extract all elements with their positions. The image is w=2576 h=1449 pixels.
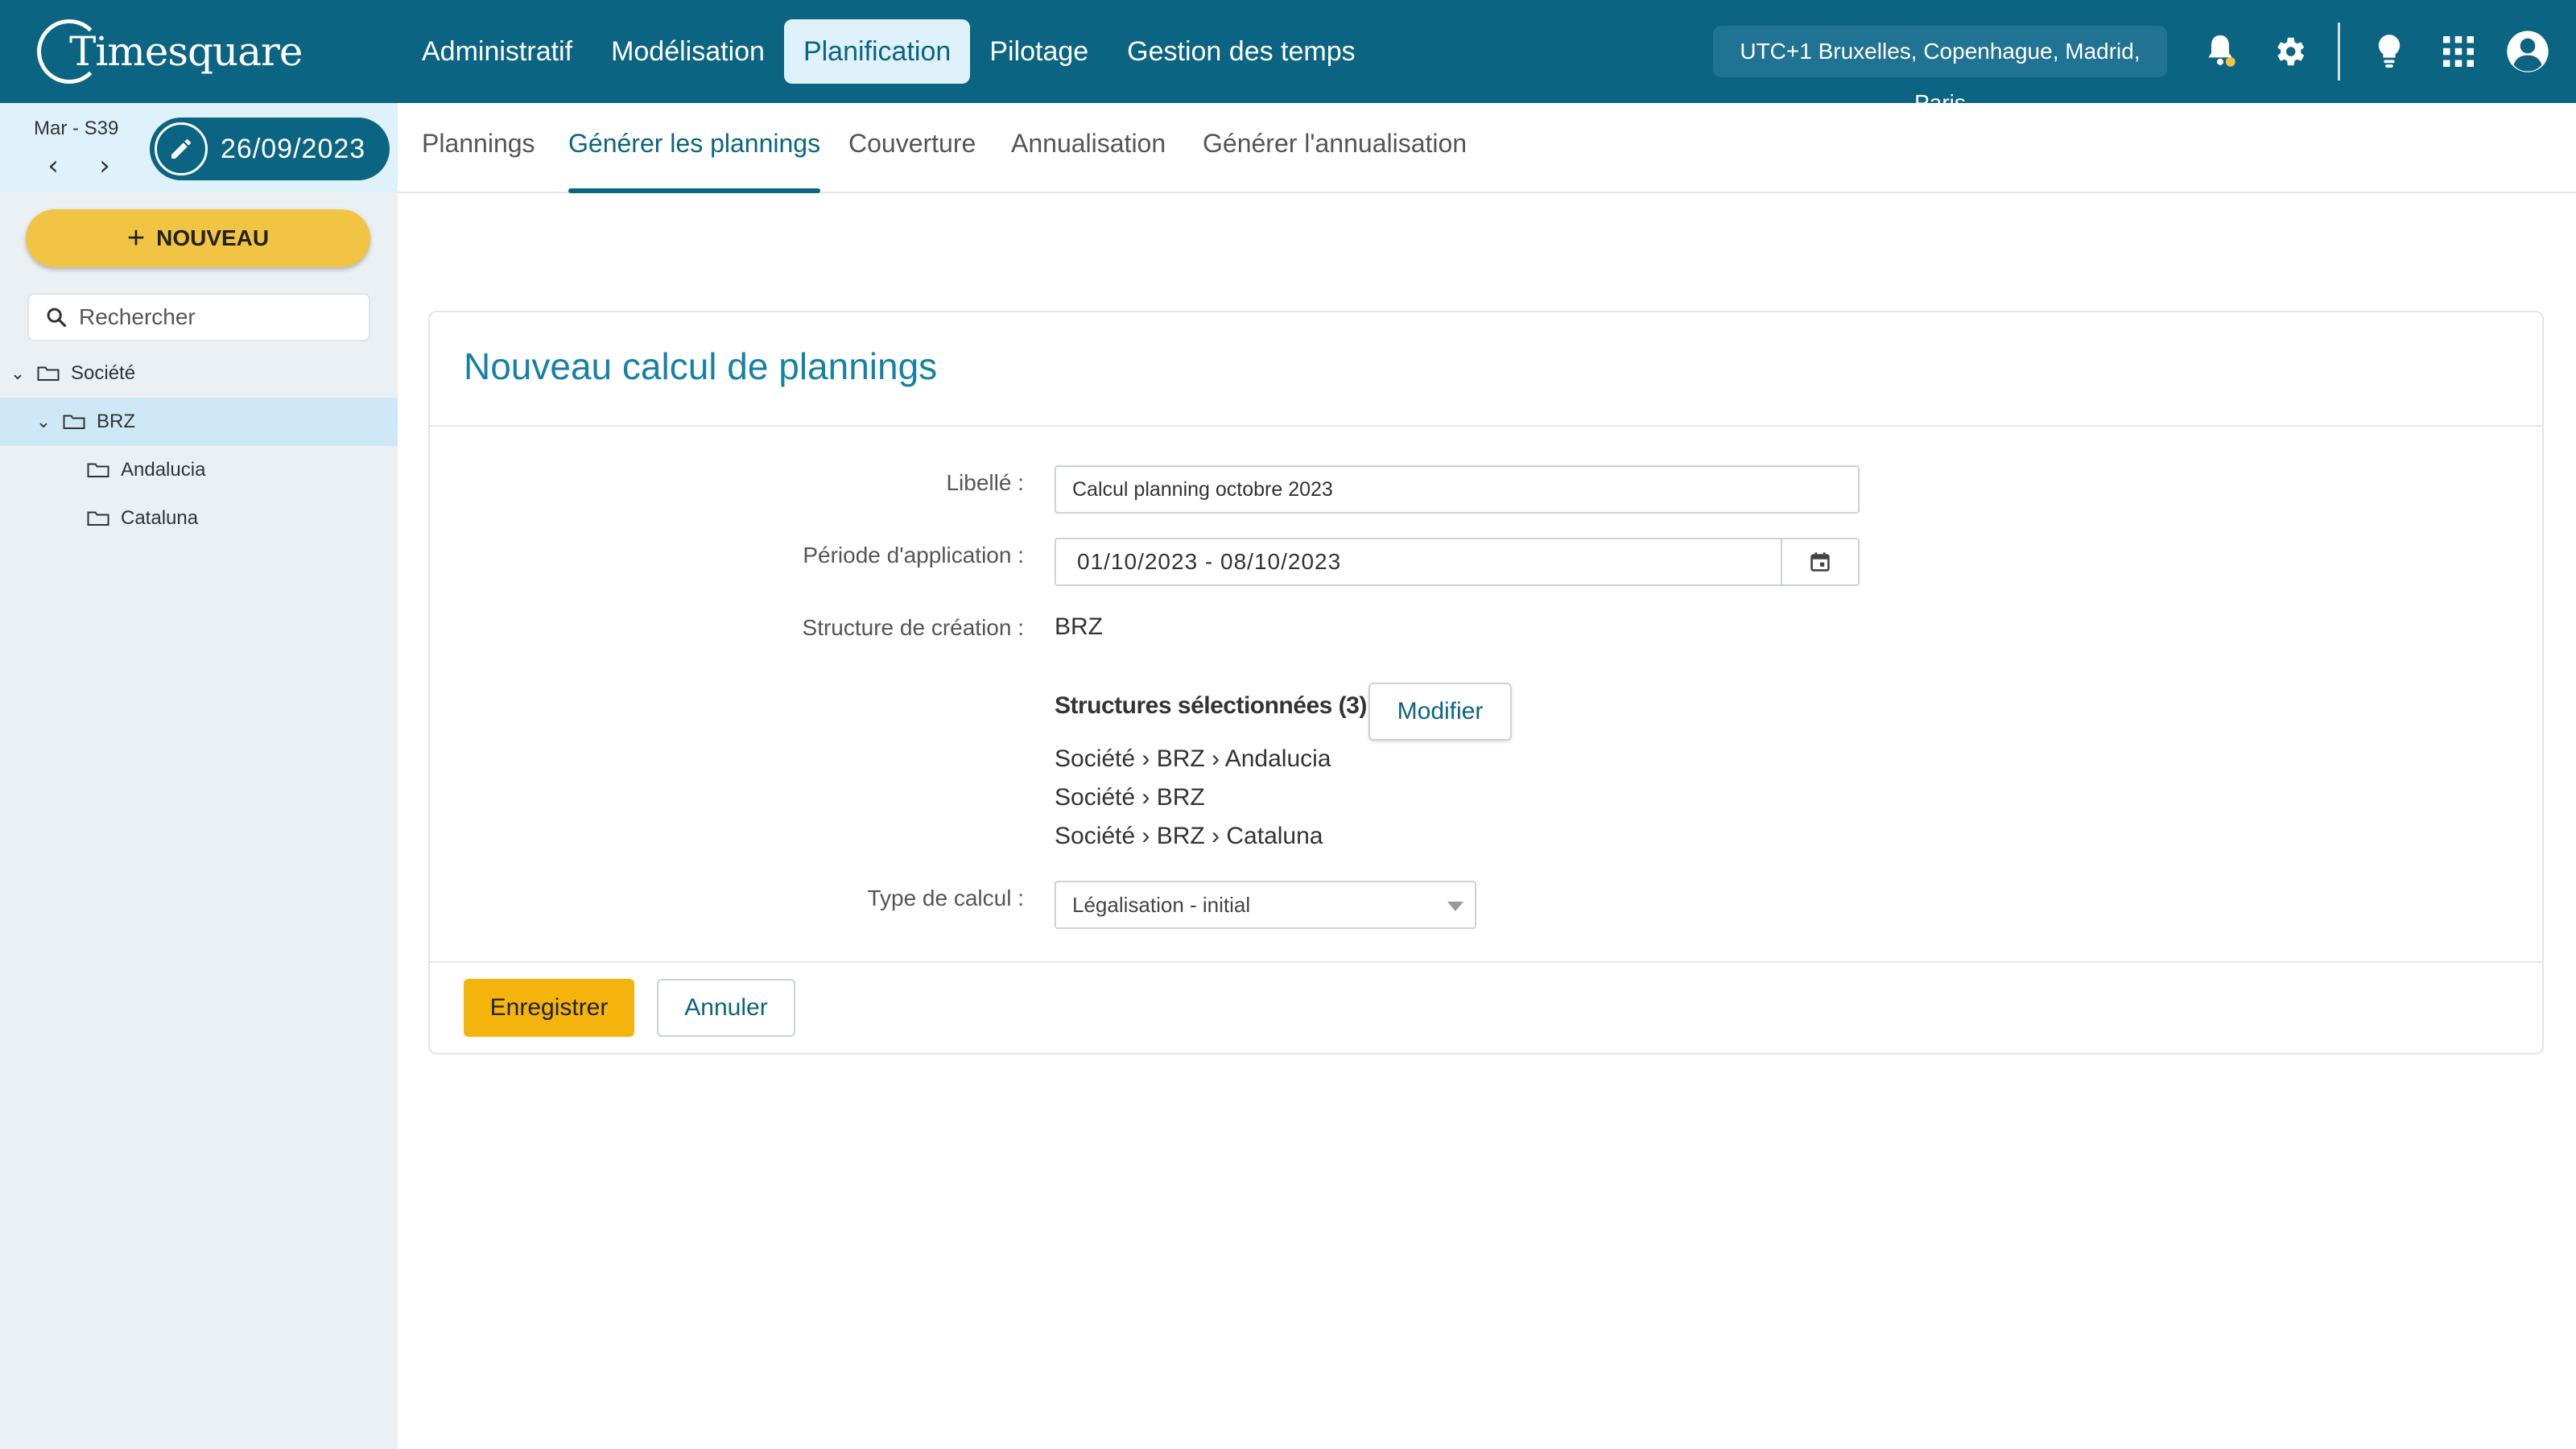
tab-couverture[interactable]: Couverture [848,129,976,193]
tree-node-label: Société [71,362,136,384]
nav-administratif[interactable]: Administratif [402,19,592,84]
sub-nav: Plannings Générer les plannings Couvertu… [398,103,2576,193]
nav-planification[interactable]: Planification [783,19,971,84]
current-date: 26/09/2023 [221,133,366,164]
tab-label: Générer l'annualisation [1203,129,1468,158]
selected-structures-title: Structures sélectionnées (3) [1055,692,1367,719]
folder-icon [37,366,60,381]
date-navigator: Mar - S39 ‹ › 26/09/2023 [0,103,398,192]
pencil-icon[interactable] [155,122,208,175]
lightbulb-icon[interactable] [2365,27,2413,76]
nav-pilotage[interactable]: Pilotage [970,19,1108,84]
tree-node-label: Andalucia [121,459,206,481]
tree-node-societe[interactable]: ⌄ Société [0,349,398,398]
apps-grid-icon[interactable] [2434,27,2483,76]
chevron-down-icon[interactable]: ⌄ [34,412,53,432]
new-button-label: NOUVEAU [156,225,270,250]
tab-label: Couverture [848,129,976,158]
periode-field[interactable]: 01/10/2023 - 08/10/2023 [1055,538,1860,586]
nav-modelisation[interactable]: Modélisation [592,19,784,84]
tree-node-brz[interactable]: ⌄ BRZ [0,398,398,446]
folder-icon [87,463,109,477]
tree-node-andalucia[interactable]: Andalucia [0,446,398,494]
dropdown-caret-icon [1447,902,1463,911]
cancel-button[interactable]: Annuler [657,979,795,1037]
libelle-label: Libellé : [946,470,1024,495]
structure-value: BRZ [1055,613,1103,640]
bell-icon[interactable] [2196,27,2244,76]
periode-label: Période d'application : [803,543,1024,568]
toolbar-divider [2338,23,2340,80]
left-panel: Mar - S39 ‹ › 26/09/2023 + NOUVEAU Reche… [0,103,398,1449]
tree-node-label: Cataluna [121,507,199,529]
user-account-icon[interactable] [2504,27,2552,76]
plus-icon: + [126,221,146,255]
logo-text: Timesquare [69,28,303,75]
nav-gestion-des-temps[interactable]: Gestion des temps [1108,19,1374,84]
selected-structure-item: Société › BRZ › Andalucia [1055,745,1331,772]
tab-annualisation[interactable]: Annualisation [1011,129,1166,193]
periode-value: 01/10/2023 - 08/10/2023 [1077,549,1342,574]
tab-label: Plannings [422,129,535,158]
next-day-chevron-icon[interactable]: › [89,150,121,182]
type-calcul-value: Légalisation - initial [1072,893,1251,917]
timesquare-logo[interactable]: Timesquare [37,18,303,85]
tree-node-label: BRZ [97,411,135,432]
planning-calculation-form: Nouveau calcul de plannings Libellé : Ca… [428,311,2544,1055]
main-nav: Administratif Modélisation Planification… [402,19,1375,84]
search-input[interactable]: Rechercher [27,293,370,341]
top-bar: Timesquare Administratif Modélisation Pl… [0,0,2576,115]
week-label: Mar - S39 [34,118,119,139]
tab-plannings[interactable]: Plannings [422,129,535,193]
selected-structure-item: Société › BRZ [1055,784,1205,811]
structure-label: Structure de création : [802,615,1024,640]
search-placeholder: Rechercher [79,304,196,329]
chevron-down-icon[interactable]: ⌄ [8,364,27,384]
gear-icon[interactable] [2265,27,2314,76]
search-icon [47,308,67,328]
form-footer-divider [430,961,2542,963]
timezone-selector[interactable]: UTC+1 Bruxelles, Copenhague, Madrid, Par… [1713,26,2167,115]
previous-day-chevron-icon[interactable]: ‹ [37,150,69,182]
tab-label: Générer les plannings [568,129,821,158]
folder-icon [63,415,85,429]
form-header: Nouveau calcul de plannings [430,312,2542,427]
modify-button[interactable]: Modifier [1368,683,1512,741]
tab-generer-les-plannings[interactable]: Générer les plannings [568,129,821,193]
type-calcul-select[interactable]: Légalisation - initial [1055,881,1476,929]
folder-icon [87,511,109,526]
save-button[interactable]: Enregistrer [464,979,634,1037]
structure-tree: ⌄ Société ⌄ BRZ Andalucia Cataluna [0,349,398,543]
libelle-field[interactable]: Calcul planning octobre 2023 [1055,465,1860,514]
tab-generer-annualisation[interactable]: Générer l'annualisation [1203,129,1467,193]
active-tab-indicator [568,188,821,193]
page-title: Nouveau calcul de plannings [464,345,938,387]
calendar-icon[interactable] [1781,539,1858,584]
tree-node-cataluna[interactable]: Cataluna [0,494,398,543]
type-calcul-label: Type de calcul : [867,886,1024,910]
date-picker-pill[interactable]: 26/09/2023 [150,118,390,180]
new-button[interactable]: + NOUVEAU [26,209,370,267]
selected-structure-item: Société › BRZ › Cataluna [1055,823,1323,849]
tab-label: Annualisation [1011,129,1166,158]
